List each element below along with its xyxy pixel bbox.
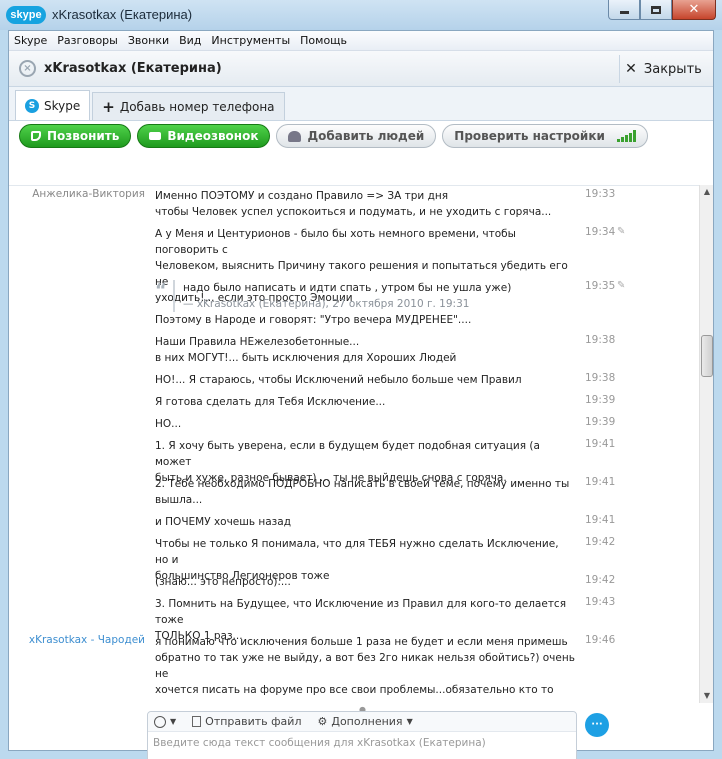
- plus-icon: +: [102, 97, 115, 116]
- message-sender: xKrasotkax - Чародей: [28, 634, 145, 646]
- close-window-button[interactable]: ✕: [672, 0, 716, 20]
- message-text: (знаю... это непросто)....: [155, 576, 291, 588]
- skype-logo: skype: [6, 6, 46, 24]
- message-sender: Анжелика-Виктория: [32, 188, 145, 200]
- add-people-icon: [288, 130, 302, 142]
- tab-add-phone-label: Добавь номер телефона: [119, 99, 275, 114]
- phone-icon: [31, 131, 41, 141]
- message-text: Именно ПОЭТОМУ и создано Правило => ЗА т…: [155, 190, 552, 218]
- edited-pencil-icon: ✎: [617, 280, 626, 291]
- call-button[interactable]: Позвонить: [19, 124, 132, 148]
- quote-icon: “: [155, 280, 167, 301]
- menu-view[interactable]: Вид: [174, 34, 206, 47]
- call-label: Позвонить: [47, 129, 120, 143]
- message-time: 19:42: [585, 536, 616, 548]
- tab-skype-label: Skype: [44, 98, 81, 113]
- scroll-up-icon[interactable]: ▲: [700, 185, 714, 199]
- message-time: 19:35: [585, 280, 616, 292]
- offline-status-icon: ×: [19, 60, 36, 77]
- check-settings-button[interactable]: Проверить настройки: [442, 124, 648, 148]
- emoticon-button[interactable]: ▼: [154, 715, 177, 728]
- scroll-down-icon[interactable]: ▼: [700, 689, 714, 703]
- message-time: 19:34: [585, 226, 616, 238]
- chevron-down-icon: ▼: [406, 717, 413, 726]
- message-time: 19:38: [585, 372, 616, 384]
- contact-header: × xKrasotkax (Екатерина) ✕ Закрыть: [9, 51, 713, 87]
- menu-help[interactable]: Помощь: [295, 34, 352, 47]
- video-call-button[interactable]: Видеозвонок: [137, 124, 271, 148]
- send-file-button[interactable]: Отправить файл: [192, 715, 301, 728]
- message-text: Наши Правила НЕжелезобетонные... в них М…: [155, 336, 457, 364]
- tab-bar: S Skype + Добавь номер телефона: [9, 87, 713, 121]
- close-icon: ✕: [625, 61, 637, 77]
- message-time: 19:38: [585, 334, 616, 346]
- message-time: 19:41: [585, 476, 616, 488]
- message-input[interactable]: Введите сюда текст сообщения для xKrasot…: [148, 732, 576, 754]
- action-toolbar: Позвонить Видеозвонок Добавить людей Про…: [9, 121, 713, 151]
- scroll-thumb[interactable]: [701, 335, 713, 377]
- chevron-down-icon: ▼: [170, 717, 177, 726]
- message-text: НО!... Я стараюсь, чтобы Исключений небы…: [155, 374, 522, 386]
- message-text: НО...: [155, 418, 182, 430]
- menu-skype[interactable]: Skype: [9, 34, 52, 47]
- close-label: Закрыть: [643, 61, 702, 77]
- check-settings-label: Проверить настройки: [454, 129, 605, 143]
- more-label: Дополнения: [331, 715, 403, 728]
- tab-skype[interactable]: S Skype: [15, 90, 91, 120]
- message-time: 19:46: [585, 634, 616, 646]
- minimize-button[interactable]: [608, 0, 640, 20]
- chat-scrollbar[interactable]: ▲ ▼: [699, 185, 713, 703]
- add-people-label: Добавить людей: [307, 129, 425, 143]
- message-time: 19:33: [585, 188, 616, 200]
- chat-history: Анжелика-Виктория Именно ПОЭТОМУ и созда…: [9, 185, 699, 703]
- message-time: 19:42: [585, 574, 616, 586]
- add-people-button[interactable]: Добавить людей: [276, 124, 437, 148]
- title-bar: skype xKrasotkax (Екатерина) ✕: [0, 0, 722, 30]
- video-call-label: Видеозвонок: [167, 129, 259, 143]
- maximize-button[interactable]: [640, 0, 672, 20]
- menu-bar: Skype Разговоры Звонки Вид Инструменты П…: [9, 31, 713, 51]
- edited-pencil-icon: ✎: [617, 226, 626, 237]
- gear-icon: ⚙: [317, 715, 328, 728]
- window-controls: ✕: [608, 0, 716, 20]
- message-text: и ПОЧЕМУ хочешь назад: [155, 516, 291, 528]
- tab-add-phone[interactable]: + Добавь номер телефона: [92, 92, 285, 120]
- message-time: 19:43: [585, 596, 616, 608]
- window-title: xKrasotkax (Екатерина): [52, 7, 193, 22]
- file-icon: [192, 716, 202, 727]
- message-text: Я готова сделать для Тебя Исключение...: [155, 396, 386, 408]
- close-conversation-button[interactable]: ✕ Закрыть: [619, 55, 707, 83]
- menu-tools[interactable]: Инструменты: [206, 34, 295, 47]
- minimize-icon: [619, 11, 629, 14]
- quote-body: надо было написать и идти спать , утром …: [173, 280, 573, 312]
- quote-text: надо было написать и идти спать , утром …: [183, 282, 512, 294]
- quote-attribution: — xKrasotkax (Екатерина), 27 октября 201…: [183, 298, 470, 310]
- chat-bubble-icon: ···: [591, 719, 603, 730]
- message-text: 2. Тебе необходимо ПОДРОБНО написать в с…: [155, 478, 570, 506]
- client-area: Skype Разговоры Звонки Вид Инструменты П…: [8, 30, 714, 759]
- maximize-icon: [651, 5, 661, 14]
- menu-conversations[interactable]: Разговоры: [52, 34, 123, 47]
- send-button[interactable]: ···: [585, 713, 609, 737]
- more-button[interactable]: ⚙ Дополнения ▼: [317, 715, 412, 728]
- message-time: 19:39: [585, 416, 616, 428]
- message-text: я понимаю что исключения больше 1 раза н…: [155, 636, 575, 703]
- send-file-label: Отправить файл: [205, 715, 302, 728]
- camera-icon: [149, 132, 162, 140]
- message-composer: ▼ Отправить файл ⚙ Дополнения ▼ Введите …: [147, 711, 577, 759]
- close-icon: ✕: [688, 2, 700, 17]
- composer-toolbar: ▼ Отправить файл ⚙ Дополнения ▼: [148, 712, 576, 732]
- message-time: 19:41: [585, 438, 616, 450]
- message-time: 19:41: [585, 514, 616, 526]
- message-text: Поэтому в Народе и говорят: "Утро вечера…: [155, 314, 472, 326]
- signal-strength-icon: [616, 130, 636, 142]
- message-time: 19:39: [585, 394, 616, 406]
- menu-calls[interactable]: Звонки: [123, 34, 174, 47]
- skype-icon: S: [25, 98, 39, 113]
- contact-name: xKrasotkax (Екатерина): [44, 61, 222, 76]
- smile-icon: [154, 715, 166, 728]
